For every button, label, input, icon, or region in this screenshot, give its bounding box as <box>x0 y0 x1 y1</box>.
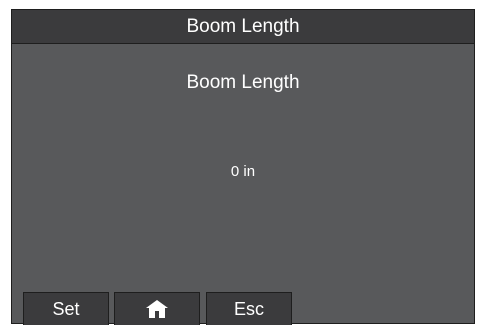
boom-length-value: 0 in <box>230 163 256 180</box>
set-button-label: Set <box>52 298 80 319</box>
esc-button[interactable]: Esc <box>206 292 292 325</box>
home-icon <box>146 300 168 318</box>
title-text: Boom Length <box>186 15 300 37</box>
display-frame: Boom Length Boom Length 0 in Set Esc <box>11 9 475 325</box>
title-bar: Boom Length <box>12 10 474 44</box>
home-button[interactable] <box>114 292 200 325</box>
esc-button-label: Esc <box>233 298 264 319</box>
set-button[interactable]: Set <box>23 292 109 325</box>
screen-heading: Boom Length <box>186 72 300 93</box>
